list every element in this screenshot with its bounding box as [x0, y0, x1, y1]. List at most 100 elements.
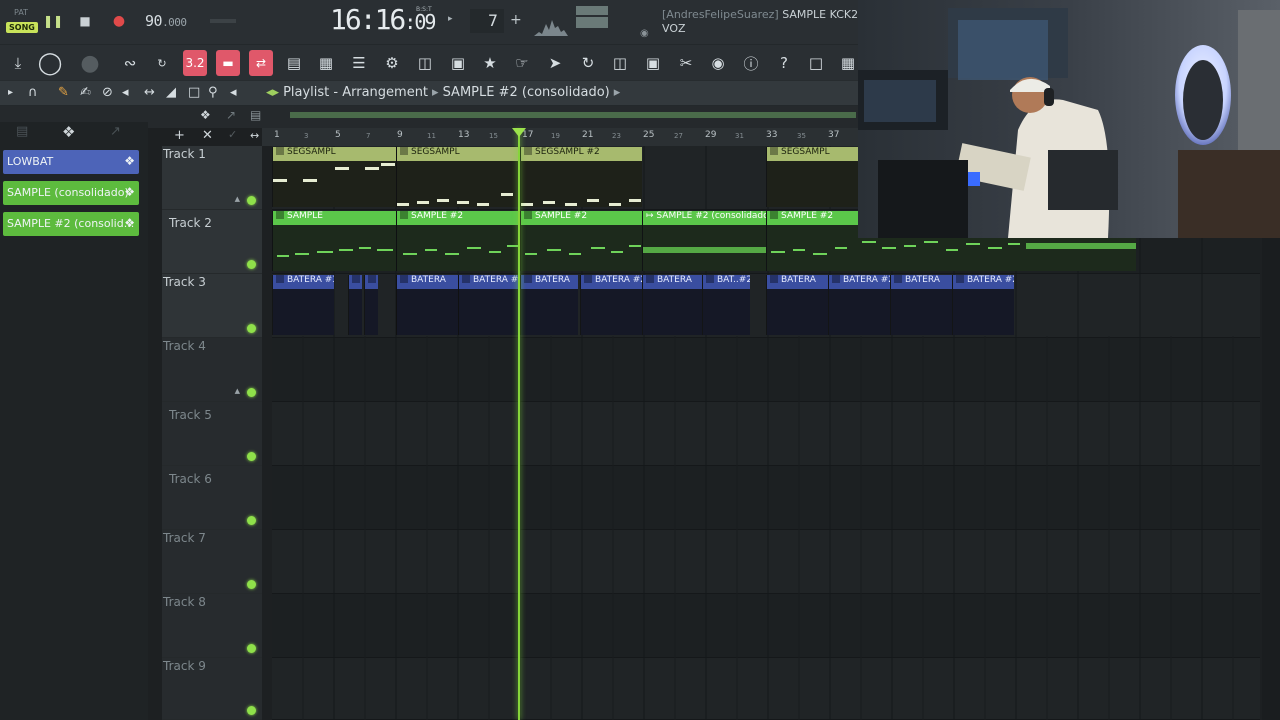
blend-notes-icon[interactable]: ⇄	[249, 50, 273, 76]
paint-icon[interactable]: ✍	[80, 85, 91, 100]
clip-menu-icon[interactable]	[706, 275, 714, 283]
clip-menu-icon[interactable]	[400, 211, 408, 219]
main-pitch-knob-icon[interactable]: ◯	[38, 50, 63, 76]
audio-clip[interactable]: SAMPLE	[272, 211, 396, 271]
track-name[interactable]: Track 2	[169, 216, 212, 230]
breadcrumb-play-icon[interactable]: ◂▸	[266, 85, 279, 100]
drum-clip[interactable]: BATERA	[890, 275, 952, 335]
track-header[interactable]: Track 7	[162, 530, 262, 594]
clip-menu-icon[interactable]	[400, 275, 408, 283]
track-header[interactable]: Track 9	[162, 658, 262, 720]
track-lane[interactable]	[272, 466, 1260, 530]
playlist-menu-arrow-icon[interactable]: ▸	[8, 87, 13, 98]
render-icon[interactable]: ▣	[641, 50, 665, 76]
save-icon[interactable]: ◫	[608, 50, 632, 76]
drum-clip[interactable]: BATERA	[642, 275, 702, 335]
picker-item[interactable]: SAMPLE #2 (consolid... ❖	[3, 212, 139, 236]
track-header[interactable]: Track 6	[162, 466, 262, 530]
browser-icon[interactable]: ◫	[413, 50, 437, 76]
picker-item[interactable]: LOWBAT ❖	[3, 150, 139, 174]
song-mode-toggle[interactable]: SONG	[6, 22, 38, 33]
audio-clip[interactable]: SAMPLE #2	[520, 211, 642, 271]
playback-tool-icon[interactable]: ◂	[230, 85, 237, 100]
track-lane[interactable]	[272, 338, 1260, 402]
clip-menu-icon[interactable]	[368, 275, 376, 283]
track-name[interactable]: Track 6	[169, 472, 212, 486]
pause-icon[interactable]: ❚❚	[43, 12, 63, 30]
add-pattern-button[interactable]: +	[510, 12, 522, 28]
loop-record-icon[interactable]: ↻	[150, 50, 174, 76]
stop-icon[interactable]: ■	[76, 12, 94, 30]
collapse-icon[interactable]: ▲	[235, 387, 240, 395]
playhead-marker-icon[interactable]	[512, 128, 526, 137]
info-icon[interactable]: ⓘ	[739, 50, 763, 76]
drum-clip[interactable]: BATERA #2	[458, 275, 520, 335]
track-name[interactable]: Track 8	[163, 595, 206, 609]
clip-menu-icon[interactable]	[894, 275, 902, 283]
track-name[interactable]: Track 9	[163, 659, 206, 673]
delete-tool-icon[interactable]: ⊘	[102, 85, 113, 100]
clip-menu-icon[interactable]	[832, 275, 840, 283]
track-lane[interactable]	[272, 530, 1260, 594]
automation-filter-icon[interactable]: ↗	[110, 124, 121, 139]
clip-menu-icon[interactable]	[770, 147, 778, 155]
drum-clip[interactable]: BATERA	[396, 275, 458, 335]
pattern-clip[interactable]: SEGSAMPL	[272, 147, 396, 207]
clip-menu-icon[interactable]	[400, 147, 408, 155]
picker-item[interactable]: SAMPLE (consolidado) ❖	[3, 181, 139, 205]
vertical-scrollbar[interactable]	[1262, 238, 1280, 720]
drum-clip[interactable]	[364, 275, 378, 335]
track-lane[interactable]	[272, 594, 1260, 658]
select-tool-icon[interactable]: ◢	[166, 85, 176, 100]
mixer-icon[interactable]: ⚙	[380, 50, 404, 76]
horizontal-scrollbar[interactable]	[290, 112, 856, 118]
track-lane[interactable]	[272, 402, 1260, 466]
snap-icon[interactable]: ❖	[200, 108, 211, 122]
touch-icon[interactable]: ☞	[510, 50, 534, 76]
breadcrumb-clip[interactable]: SAMPLE #2 (consolidado)	[443, 85, 610, 100]
typing-keyboard-icon[interactable]: ▬	[216, 50, 240, 76]
track-header[interactable]: Track 5	[162, 402, 262, 466]
audio-filter-icon[interactable]: ❖	[62, 123, 75, 141]
timeline-ruler[interactable]: 1 3 5 7 9 11 13 15 17 19 21 23 25 27 29 …	[262, 128, 860, 146]
step-edit-icon[interactable]: 3.2	[183, 50, 207, 76]
piano-icon[interactable]: ▤	[250, 108, 261, 122]
clip-menu-icon[interactable]	[462, 275, 470, 283]
track-enable-led[interactable]	[247, 644, 256, 653]
microphone-icon[interactable]: ◉	[706, 50, 730, 76]
refresh-icon[interactable]: ↻	[576, 50, 600, 76]
pattern-selector-icon[interactable]: ▸	[448, 14, 453, 24]
drum-clip[interactable]: BATERA #2	[952, 275, 1014, 335]
piano-roll-icon[interactable]: ☰	[347, 50, 371, 76]
record-icon[interactable]: ●	[110, 12, 128, 30]
clip-menu-icon[interactable]	[770, 211, 778, 219]
file-icon[interactable]: ▣	[446, 50, 470, 76]
drum-clip[interactable]: BATERA #3	[272, 275, 334, 335]
link-icon[interactable]: ↗	[226, 108, 236, 122]
drum-clip[interactable]: BAT..#2	[702, 275, 750, 335]
pattern-number[interactable]: 7	[470, 9, 504, 33]
playlist-view-icon[interactable]: ▤	[282, 50, 306, 76]
clip-menu-icon[interactable]	[524, 147, 532, 155]
track-lane[interactable]	[272, 658, 1260, 720]
scissors-icon[interactable]: ✂	[674, 50, 698, 76]
slip-tool-icon[interactable]: ↔	[144, 85, 155, 100]
track-enable-led[interactable]	[247, 388, 256, 397]
drum-clip[interactable]: BATERA	[766, 275, 828, 335]
track-header[interactable]: Track 2	[162, 210, 262, 274]
clip-menu-icon[interactable]	[524, 211, 532, 219]
track-enable-led[interactable]	[247, 196, 256, 205]
track-enable-led[interactable]	[247, 260, 256, 269]
add-track-icon[interactable]: +	[174, 128, 185, 143]
breadcrumb-menu-icon[interactable]: ▸	[614, 85, 621, 100]
pattern-mode-toggle[interactable]: PAT	[14, 8, 28, 17]
pencil-icon[interactable]: ✎	[58, 85, 69, 100]
track-enable-led[interactable]	[247, 324, 256, 333]
track-name[interactable]: Track 4	[163, 339, 206, 353]
download-icon[interactable]: ⤓	[6, 50, 30, 76]
plugin-icon[interactable]: ★	[478, 50, 502, 76]
track-name[interactable]: Track 5	[169, 408, 212, 422]
pattern-clip[interactable]: SEGSAMPL	[396, 147, 520, 207]
pattern-clip[interactable]: SEGSAMPL #2	[520, 147, 642, 207]
zoom-horizontal-icon[interactable]: ↔	[250, 129, 259, 142]
